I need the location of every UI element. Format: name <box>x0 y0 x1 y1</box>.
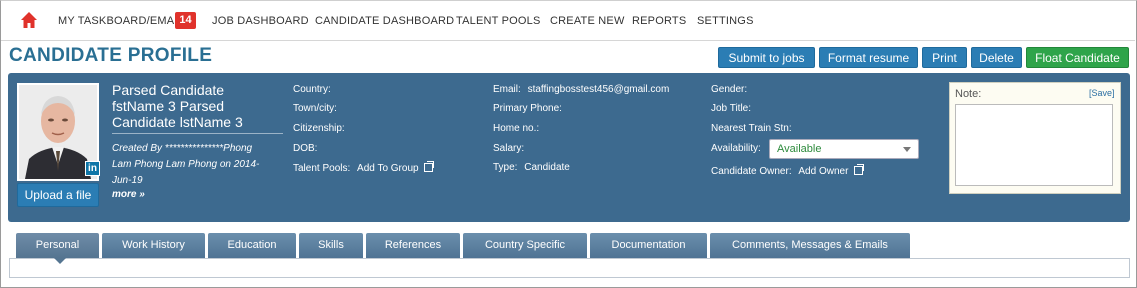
tab-country-specific[interactable]: Country Specific <box>463 233 587 258</box>
availability-select[interactable]: Available <box>769 139 919 159</box>
tab-personal[interactable]: Personal <box>16 233 99 258</box>
note-label: Note: <box>955 88 982 100</box>
chevron-down-icon <box>903 147 911 152</box>
nav-job-dashboard[interactable]: JOB DASHBOARD <box>212 15 309 27</box>
email-row: Email: staffingbosstest456@gmail.com <box>493 84 669 95</box>
nav-settings[interactable]: SETTINGS <box>697 15 754 27</box>
external-link-icon[interactable] <box>854 164 865 175</box>
job-title-label: Job Title: <box>711 103 752 114</box>
primary-phone-label: Primary Phone: <box>493 103 562 114</box>
tab-skills[interactable]: Skills <box>299 233 363 258</box>
salary-label: Salary: <box>493 143 525 154</box>
dob-label: DOB: <box>293 143 318 154</box>
created-by-line: Lam Phong Lam Phong on 2014- <box>112 159 260 170</box>
page-title: CANDIDATE PROFILE <box>9 45 213 66</box>
availability-label: Availability: <box>711 143 761 154</box>
upload-file-button[interactable]: Upload a file <box>17 183 99 207</box>
town-label: Town/city: <box>293 103 337 114</box>
delete-button[interactable]: Delete <box>971 47 1022 68</box>
tab-education[interactable]: Education <box>208 233 296 258</box>
talent-pools-label: Talent Pools: <box>293 163 351 174</box>
gender-label: Gender: <box>711 84 748 95</box>
type-value: Candidate <box>524 162 570 173</box>
type-label: Type: <box>493 162 518 173</box>
train-station-label: Nearest Train Stn: <box>711 123 792 134</box>
tab-comments-messages-emails[interactable]: Comments, Messages & Emails <box>710 233 910 258</box>
submit-to-jobs-button[interactable]: Submit to jobs <box>718 47 815 68</box>
external-link-icon[interactable] <box>424 161 435 172</box>
candidate-name: Parsed Candidate fstName 3 Parsed Candid… <box>112 82 284 130</box>
active-tab-pointer <box>53 257 67 264</box>
availability-value: Available <box>777 143 822 155</box>
candidate-name-line: fstName 3 Parsed <box>112 98 225 114</box>
created-by-text: Created By ***************Phong Lam Phon… <box>112 141 292 189</box>
nav-talent-pools[interactable]: TALENT POOLS <box>456 15 541 27</box>
note-save-link[interactable]: [Save] <box>1089 88 1115 98</box>
email-value[interactable]: staffingbosstest456@gmail.com <box>528 84 670 95</box>
add-to-group-link[interactable]: Add To Group <box>357 163 419 174</box>
nav-create-new[interactable]: CREATE NEW <box>550 15 625 27</box>
created-by-line: Created By ***************Phong <box>112 143 253 154</box>
print-button[interactable]: Print <box>922 47 967 68</box>
owner-row: Candidate Owner: Add Owner <box>711 164 865 177</box>
candidate-name-line: Parsed Candidate <box>112 82 225 98</box>
more-link[interactable]: more » <box>112 189 145 200</box>
note-textarea[interactable] <box>955 104 1113 186</box>
home-icon[interactable] <box>20 11 38 29</box>
tab-references[interactable]: References <box>366 233 460 258</box>
candidate-name-line: Candidate lstName 3 <box>112 114 243 130</box>
format-resume-button[interactable]: Format resume <box>819 47 918 68</box>
nav-reports[interactable]: REPORTS <box>632 15 686 27</box>
tab-documentation[interactable]: Documentation <box>590 233 707 258</box>
candidate-owner-label: Candidate Owner: <box>711 166 792 177</box>
citizenship-label: Citizenship: <box>293 123 345 134</box>
type-row: Type: Candidate <box>493 162 570 173</box>
name-divider <box>112 133 283 134</box>
float-candidate-button[interactable]: Float Candidate <box>1026 47 1129 68</box>
tab-content-area <box>9 258 1130 278</box>
taskboard-count-badge: 14 <box>175 12 196 29</box>
linkedin-icon[interactable]: in <box>85 161 100 176</box>
nav-candidate-dashboard[interactable]: CANDIDATE DASHBOARD <box>315 15 454 27</box>
nav-taskboard[interactable]: MY TASKBOARD/EMAIL <box>58 15 184 27</box>
email-label: Email: <box>493 84 521 95</box>
home-no-label: Home no.: <box>493 123 540 134</box>
talent-pools-row: Talent Pools: Add To Group <box>293 161 435 174</box>
country-label: Country: <box>293 84 331 95</box>
tab-work-history[interactable]: Work History <box>102 233 205 258</box>
created-by-line: Jun-19 <box>112 175 143 186</box>
add-owner-link[interactable]: Add Owner <box>798 166 848 177</box>
